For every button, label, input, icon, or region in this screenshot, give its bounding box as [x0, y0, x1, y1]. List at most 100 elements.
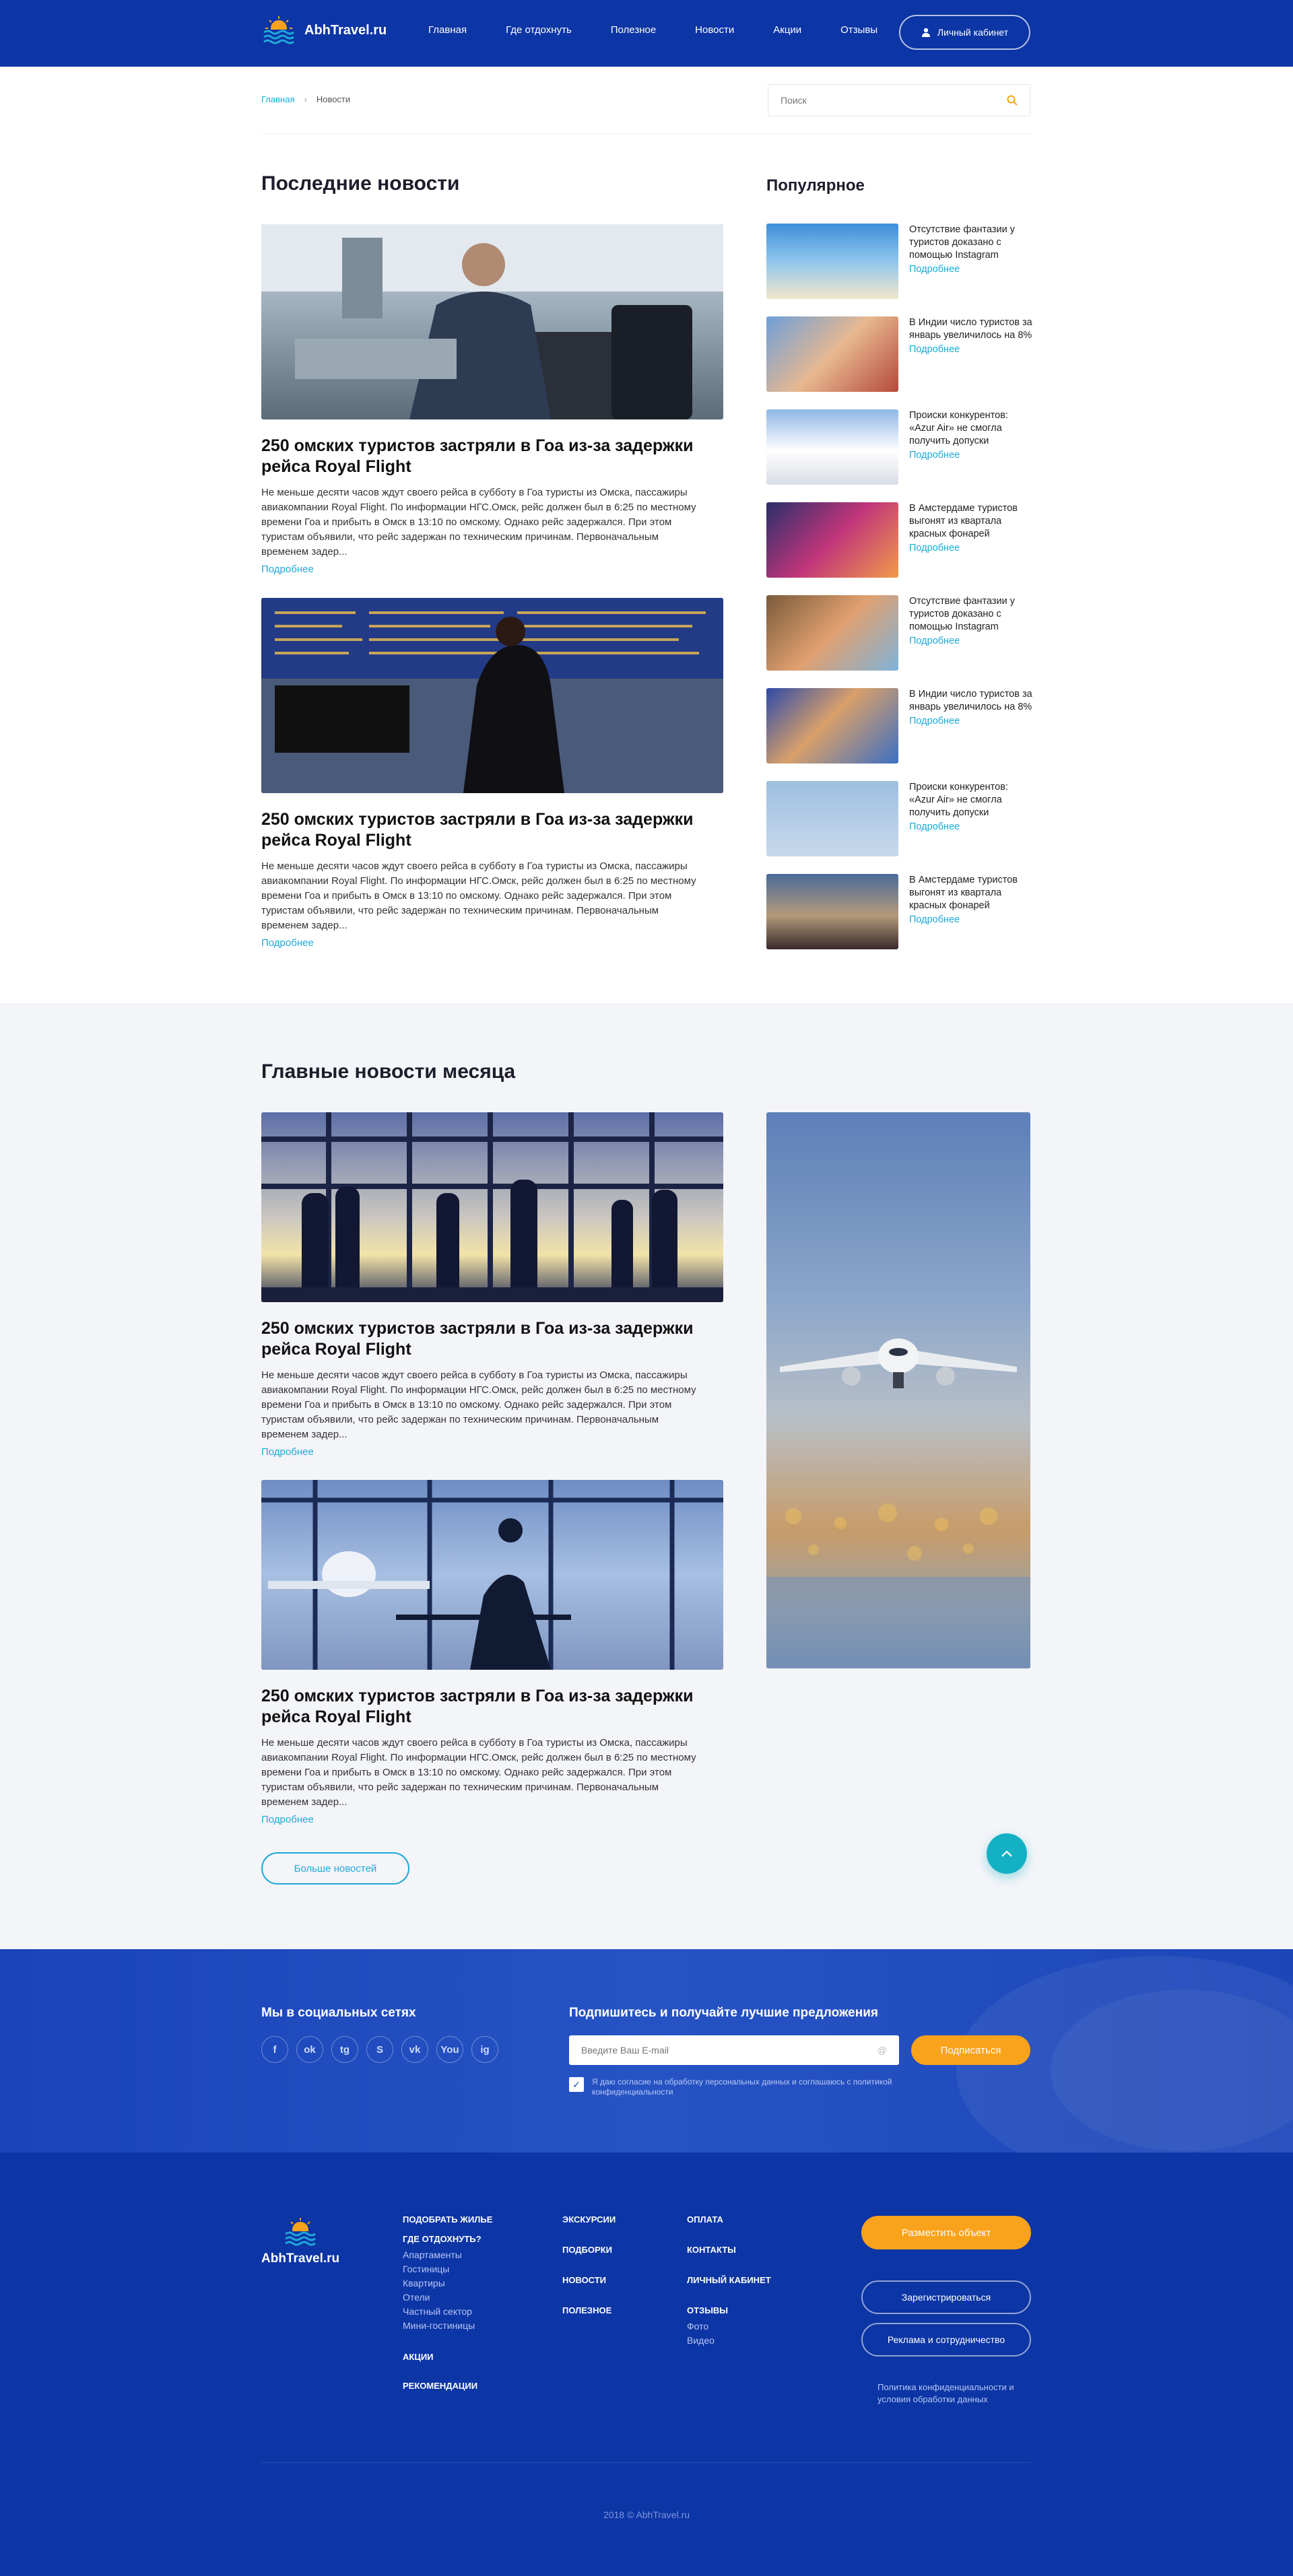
- news-image-sleeping-traveler[interactable]: [261, 224, 723, 419]
- search-box: [768, 84, 1030, 116]
- subscribe-button[interactable]: Подписаться: [911, 2035, 1030, 2065]
- footer-col-housing: Подобрать жилье Где отдохнуть? Апартамен…: [403, 2214, 492, 2400]
- read-more-link[interactable]: Подробнее: [909, 635, 1032, 648]
- news-title[interactable]: 250 омских туристов застряли в Гоа из-за…: [261, 809, 723, 851]
- check-icon: ✓: [572, 2078, 581, 2090]
- popular-image: [766, 688, 898, 764]
- footer-logo[interactable]: AbhTravel.ru: [261, 2216, 339, 2266]
- footer-link[interactable]: Рекомендации: [403, 2381, 492, 2391]
- breadcrumb-home[interactable]: Главная: [261, 94, 294, 104]
- footer-link[interactable]: Подобрать жилье: [403, 2214, 492, 2225]
- footer-link[interactable]: Оплата: [687, 2214, 771, 2225]
- news-image-waiting-passenger[interactable]: [261, 1480, 723, 1670]
- nav-where-to-rest[interactable]: Где отдохнуть: [506, 24, 572, 36]
- social-links: f ok tg S vk You ig: [261, 2036, 498, 2063]
- read-more-link[interactable]: Подробнее: [909, 263, 1032, 276]
- popular-image: [766, 409, 898, 485]
- nav-home[interactable]: Главная: [428, 24, 467, 36]
- odnoklassniki-icon[interactable]: ok: [296, 2036, 323, 2063]
- read-more-link[interactable]: Подробнее: [909, 715, 1032, 728]
- logo-icon: [285, 2218, 316, 2247]
- footer-sublink[interactable]: Частный сектор: [403, 2305, 492, 2319]
- site-footer: AbhTravel.ru Подобрать жилье Где отдохну…: [0, 2153, 1293, 2576]
- popular-image: [766, 874, 898, 949]
- footer-sublink[interactable]: Гостиницы: [403, 2262, 492, 2276]
- read-more-link[interactable]: Подробнее: [909, 449, 1032, 462]
- popular-image: [766, 316, 898, 392]
- news-excerpt: Не меньше десяти часов ждут своего рейса…: [261, 1369, 696, 1440]
- footer-link[interactable]: Подборки: [562, 2245, 616, 2255]
- footer-sublink[interactable]: Квартиры: [403, 2276, 492, 2291]
- privacy-policy-link[interactable]: Политика конфиденциальности и условия об…: [877, 2381, 1032, 2406]
- instagram-icon[interactable]: ig: [471, 2036, 498, 2063]
- more-news-button[interactable]: Больше новостей: [261, 1852, 409, 1885]
- news-card: 250 омских туристов застряли в Гоа из-за…: [261, 1480, 723, 1825]
- vk-icon[interactable]: vk: [401, 2036, 428, 2063]
- read-more-link[interactable]: Подробнее: [909, 821, 1032, 834]
- popular-title: Популярное: [766, 176, 865, 195]
- news-title[interactable]: 250 омских туристов застряли в Гоа из-за…: [261, 1686, 723, 1728]
- footer-sublink[interactable]: Фото: [687, 2319, 771, 2334]
- news-title[interactable]: 250 омских туристов застряли в Гоа из-за…: [261, 1318, 723, 1360]
- footer-sublink[interactable]: Мини-гостиницы: [403, 2319, 492, 2333]
- facebook-icon[interactable]: f: [261, 2036, 288, 2063]
- read-more-link[interactable]: Подробнее: [909, 343, 1032, 356]
- nav-useful[interactable]: Полезное: [611, 24, 656, 36]
- place-object-button[interactable]: Разместить объект: [861, 2216, 1031, 2249]
- search-input[interactable]: [781, 95, 996, 106]
- footer-link[interactable]: Новости: [562, 2275, 616, 2285]
- skype-icon[interactable]: S: [366, 2036, 393, 2063]
- popular-item[interactable]: В Индии число туристов за январь увеличи…: [766, 688, 1032, 764]
- news-card: 250 омских туристов застряли в Гоа из-за…: [261, 224, 723, 575]
- email-field[interactable]: [581, 2045, 851, 2056]
- popular-item-title: Отсутствие фантазии у туристов доказано …: [909, 224, 1016, 261]
- footer-link[interactable]: Где отдохнуть?: [403, 2234, 492, 2244]
- footer-link[interactable]: Экскурсии: [562, 2214, 616, 2225]
- youtube-icon[interactable]: You: [436, 2036, 463, 2063]
- news-title[interactable]: 250 омских туристов застряли в Гоа из-за…: [261, 436, 723, 477]
- footer-sublink[interactable]: Апартаменты: [403, 2248, 492, 2262]
- read-more-link[interactable]: Подробнее: [261, 1446, 723, 1458]
- popular-item[interactable]: Происки конкурентов: «Azur Air» не смогл…: [766, 781, 1032, 856]
- footer-sublink[interactable]: Видео: [687, 2334, 771, 2348]
- read-more-link[interactable]: Подробнее: [261, 564, 723, 575]
- telegram-icon[interactable]: tg: [331, 2036, 358, 2063]
- nav-promo[interactable]: Акции: [773, 24, 801, 36]
- account-button[interactable]: Личный кабинет: [899, 15, 1030, 50]
- chevron-right-icon: ›: [304, 94, 307, 104]
- news-excerpt: Не меньше десяти часов ждут своего рейса…: [261, 1737, 696, 1808]
- promo-image-airplane[interactable]: [766, 1112, 1030, 1668]
- popular-item[interactable]: В Индии число туристов за январь увеличи…: [766, 316, 1032, 392]
- popular-item[interactable]: Отсутствие фантазии у туристов доказано …: [766, 224, 1032, 299]
- nav-reviews[interactable]: Отзывы: [840, 24, 877, 36]
- footer-link[interactable]: Акции: [403, 2352, 492, 2362]
- popular-item[interactable]: Происки конкурентов: «Azur Air» не смогл…: [766, 409, 1032, 485]
- social-title: Мы в социальных сетях: [261, 2006, 416, 2020]
- read-more-link[interactable]: Подробнее: [261, 937, 723, 949]
- register-button[interactable]: Зарегистрироваться: [861, 2280, 1031, 2314]
- logo[interactable]: AbhTravel.ru: [261, 15, 387, 46]
- copyright: 2018 © AbhTravel.ru: [603, 2509, 690, 2520]
- footer-logo-text: AbhTravel.ru: [261, 2251, 340, 2266]
- footer-link[interactable]: Личный кабинет: [687, 2275, 771, 2285]
- popular-item-title: Происки конкурентов: «Azur Air» не смогл…: [909, 782, 1008, 818]
- footer-sublink[interactable]: Отели: [403, 2291, 492, 2305]
- popular-item[interactable]: В Амстердаме туристов выгонят из квартал…: [766, 502, 1032, 578]
- news-image-departure-board[interactable]: [261, 598, 723, 793]
- scroll-up-button[interactable]: [987, 1833, 1027, 1874]
- read-more-link[interactable]: Подробнее: [261, 1814, 723, 1825]
- read-more-link[interactable]: Подробнее: [909, 914, 1032, 926]
- nav-news[interactable]: Новости: [695, 24, 734, 36]
- footer-link[interactable]: Контакты: [687, 2245, 771, 2255]
- read-more-link[interactable]: Подробнее: [909, 542, 1032, 555]
- consent-checkbox[interactable]: ✓: [569, 2077, 584, 2092]
- search-icon[interactable]: [1007, 95, 1018, 106]
- ads-button[interactable]: Реклама и сотрудничество: [861, 2323, 1031, 2357]
- popular-item[interactable]: Отсутствие фантазии у туристов доказано …: [766, 595, 1032, 671]
- news-image-airport-silhouettes[interactable]: [261, 1112, 723, 1302]
- consent-text: Я даю согласие на обработку персональных…: [592, 2077, 892, 2097]
- footer-link[interactable]: Отзывы: [687, 2305, 771, 2315]
- popular-image: [766, 502, 898, 578]
- popular-item[interactable]: В Амстердаме туристов выгонят из квартал…: [766, 874, 1032, 949]
- footer-link[interactable]: Полезное: [562, 2305, 616, 2315]
